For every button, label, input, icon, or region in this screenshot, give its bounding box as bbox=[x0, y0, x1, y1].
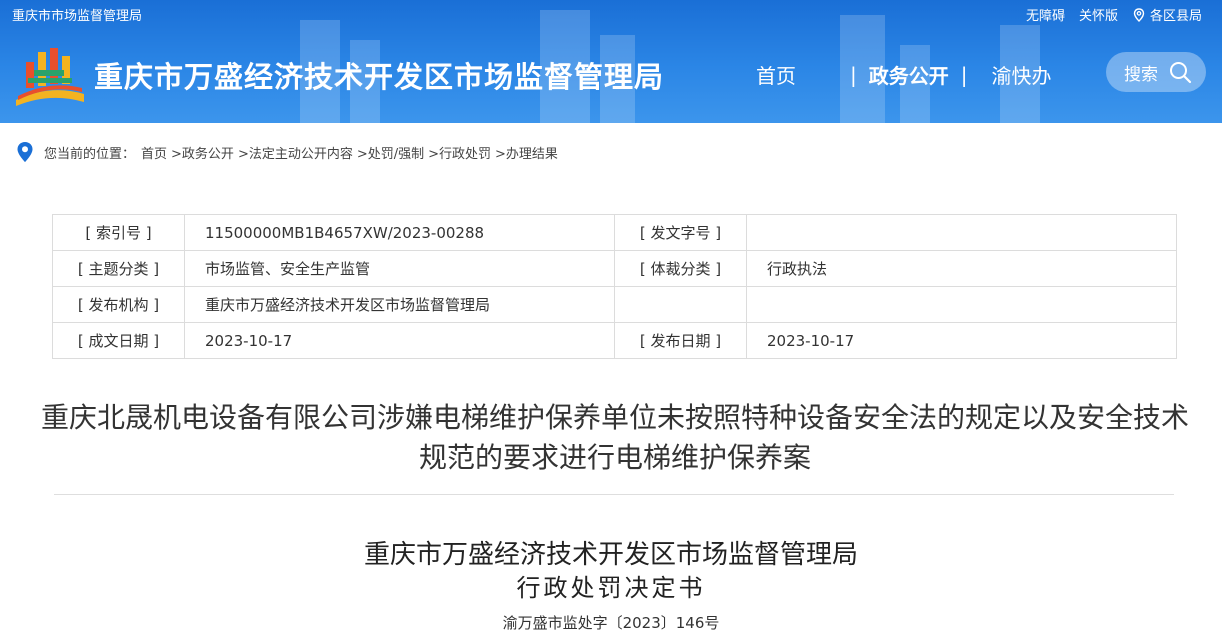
table-row: [ 发布机构 ] 重庆市万盛经济技术开发区市场监督管理局 bbox=[52, 286, 1177, 323]
docno-label: [ 发文字号 ] bbox=[614, 214, 747, 251]
parent-site-link[interactable]: 重庆市市场监督管理局 bbox=[12, 5, 142, 24]
published-date-label: [ 发布日期 ] bbox=[614, 322, 747, 359]
nav-home[interactable]: 首页 bbox=[756, 60, 796, 89]
breadcrumb-statutory-content[interactable]: >法定主动公开内容 bbox=[238, 143, 353, 162]
nav-government-affairs[interactable]: 政务公开 bbox=[869, 60, 949, 89]
location-pin-icon bbox=[1133, 8, 1145, 22]
table-row: [ 成文日期 ] 2023-10-17 [ 发布日期 ] 2023-10-17 bbox=[52, 322, 1177, 359]
table-row: [ 主题分类 ] 市场监管、安全生产监管 [ 体裁分类 ] 行政执法 bbox=[52, 250, 1177, 287]
published-date-value: 2023-10-17 bbox=[746, 322, 1177, 359]
empty-cell bbox=[746, 286, 1177, 323]
document-number: 渝万盛市监处字〔2023〕146号 bbox=[502, 614, 720, 632]
nav-yukuaiban[interactable]: 渝快办 bbox=[992, 60, 1052, 89]
accessibility-link[interactable]: 无障碍 bbox=[1026, 5, 1065, 24]
breadcrumb-prefix: 您当前的位置： bbox=[44, 146, 136, 162]
article-title: 重庆北晟机电设备有限公司涉嫌电梯维护保养单位未按照特种设备安全法的规定以及安全技… bbox=[40, 401, 1189, 474]
topic-label: [ 主题分类 ] bbox=[52, 250, 185, 287]
index-label: [ 索引号 ] bbox=[52, 214, 185, 251]
document-type: 行政处罚决定书 bbox=[516, 574, 706, 602]
genre-value: 行政执法 bbox=[746, 250, 1177, 287]
search-icon bbox=[1170, 62, 1192, 84]
document-meta-table: [ 索引号 ] 11500000MB1B4657XW/2023-00288 [ … bbox=[52, 214, 1177, 359]
search-label: 搜索 bbox=[1124, 64, 1158, 85]
topic-value: 市场监管、安全生产监管 bbox=[184, 250, 615, 287]
breadcrumb-gov-affairs[interactable]: >政务公开 bbox=[171, 143, 234, 162]
breadcrumb-admin-penalty[interactable]: >行政处罚 bbox=[428, 143, 491, 162]
breadcrumb-penalty-enforcement[interactable]: >处罚/强制 bbox=[357, 143, 424, 162]
location-marker-icon bbox=[17, 142, 33, 162]
nav-separator: | bbox=[960, 62, 968, 87]
table-row: [ 索引号 ] 11500000MB1B4657XW/2023-00288 [ … bbox=[52, 214, 1177, 251]
org-value: 重庆市万盛经济技术开发区市场监督管理局 bbox=[184, 286, 615, 323]
document-issuer: 重庆市万盛经济技术开发区市场监督管理局 bbox=[363, 540, 858, 570]
breadcrumb-results[interactable]: >办理结果 bbox=[495, 143, 558, 162]
top-bar: 重庆市市场监督管理局 无障碍 关怀版 各区县局 bbox=[0, 0, 1222, 26]
emblem-logo[interactable] bbox=[14, 44, 86, 106]
site-title[interactable]: 重庆市万盛经济技术开发区市场监督管理局 bbox=[94, 54, 664, 96]
nav-separator: | bbox=[850, 62, 857, 87]
site-header: 重庆市市场监督管理局 无障碍 关怀版 各区县局 重庆市万盛经济技术开发区市场监督… bbox=[0, 0, 1222, 123]
search-button[interactable]: 搜索 bbox=[1106, 52, 1206, 92]
title-divider bbox=[54, 494, 1174, 495]
main-nav: 首页 | 政务公开 | 渝快办 bbox=[756, 60, 1052, 89]
created-date-value: 2023-10-17 bbox=[184, 322, 615, 359]
genre-label: [ 体裁分类 ] bbox=[614, 250, 747, 287]
care-mode-link[interactable]: 关怀版 bbox=[1079, 5, 1118, 24]
created-date-label: [ 成文日期 ] bbox=[52, 322, 185, 359]
org-label: [ 发布机构 ] bbox=[52, 286, 185, 323]
index-value: 11500000MB1B4657XW/2023-00288 bbox=[184, 214, 615, 251]
breadcrumb: 您当前的位置： 首页 >政务公开 >法定主动公开内容 >处罚/强制 >行政处罚 … bbox=[16, 141, 558, 163]
districts-label: 各区县局 bbox=[1149, 9, 1202, 24]
docno-value bbox=[746, 214, 1177, 251]
empty-cell bbox=[614, 286, 747, 323]
top-links: 无障碍 关怀版 各区县局 bbox=[1026, 5, 1202, 24]
districts-link[interactable]: 各区县局 bbox=[1132, 5, 1202, 24]
breadcrumb-home[interactable]: 首页 bbox=[141, 143, 167, 162]
